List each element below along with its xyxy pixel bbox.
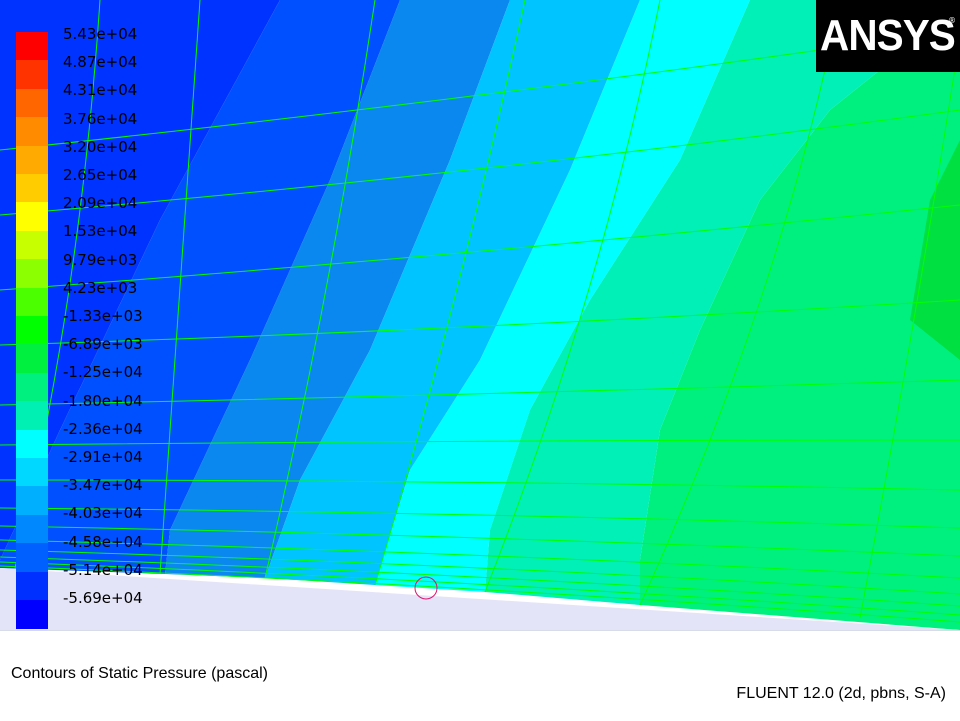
- colorbar-swatch: [16, 316, 48, 345]
- colorbar-swatch: [16, 145, 48, 175]
- legend-label: 9.79e+03: [63, 250, 138, 269]
- colorbar-swatch: [16, 372, 48, 402]
- contour-viewport[interactable]: 5.43e+04 4.87e+04 4.31e+04 3.76e+04 3.20e+04…: [0, 0, 960, 630]
- colorbar-swatch: [16, 571, 48, 601]
- colorbar-swatch: [16, 486, 48, 516]
- colorbar-swatch: [16, 458, 48, 487]
- legend-label: 3.76e+04: [63, 109, 138, 128]
- legend-label: -1.25e+04: [63, 363, 143, 382]
- colorbar-swatch: [16, 32, 48, 61]
- colorbar-swatch: [16, 230, 48, 260]
- colorbar-swatch: [16, 287, 48, 317]
- legend-label: -5.14e+04: [63, 560, 143, 579]
- solver-info: FLUENT 12.0 (2d, pbns, S-A): [736, 685, 946, 702]
- legend-label: 1.53e+04: [63, 222, 138, 241]
- plot-footer: Contours of Static Pressure (pascal) FLU…: [0, 630, 960, 721]
- legend-label: 4.31e+04: [63, 81, 138, 100]
- colorbar-swatch: [16, 401, 48, 431]
- colorbar-swatch: [16, 88, 48, 118]
- legend-label: 4.23e+03: [63, 278, 138, 297]
- legend-label: 2.09e+04: [63, 194, 138, 213]
- legend-label: -2.36e+04: [63, 419, 143, 438]
- colorbar-swatch: [16, 543, 48, 573]
- logo-text: ANSYS: [820, 11, 956, 60]
- colorbar-swatch: [16, 344, 48, 374]
- colorbar-swatch: [16, 60, 48, 90]
- colorbar-swatch: [16, 174, 48, 203]
- colorbar-swatch: [16, 514, 48, 544]
- plot-title: Contours of Static Pressure (pascal): [11, 665, 268, 682]
- legend-label: -4.58e+04: [63, 532, 143, 551]
- colorbar-swatch: [16, 429, 48, 459]
- registered-mark: ®: [948, 16, 956, 25]
- colorbar-swatch: [16, 600, 48, 629]
- legend-label: -3.47e+04: [63, 476, 143, 495]
- legend-label: 2.65e+04: [63, 166, 138, 184]
- color-legend: 5.43e+04 4.87e+04 4.31e+04 3.76e+04 3.20e+04…: [16, 26, 166, 629]
- legend-label: -4.03e+04: [63, 504, 143, 523]
- legend-label: 4.87e+04: [63, 53, 138, 72]
- colorbar-swatch: [16, 117, 48, 147]
- ansys-logo: ANSYS ®: [816, 0, 960, 72]
- legend-label: -1.80e+04: [63, 391, 143, 410]
- legend-label: -1.33e+03: [63, 307, 143, 325]
- legend-label: -2.91e+04: [63, 448, 143, 466]
- colorbar-swatch: [16, 259, 48, 289]
- legend-label: -6.89e+03: [63, 335, 143, 354]
- legend-label: 5.43e+04: [63, 25, 138, 43]
- legend-label: 3.20e+04: [63, 137, 138, 156]
- colorbar-swatch: [16, 202, 48, 232]
- legend-label: -5.69e+04: [63, 589, 143, 607]
- colorbar: [16, 32, 48, 629]
